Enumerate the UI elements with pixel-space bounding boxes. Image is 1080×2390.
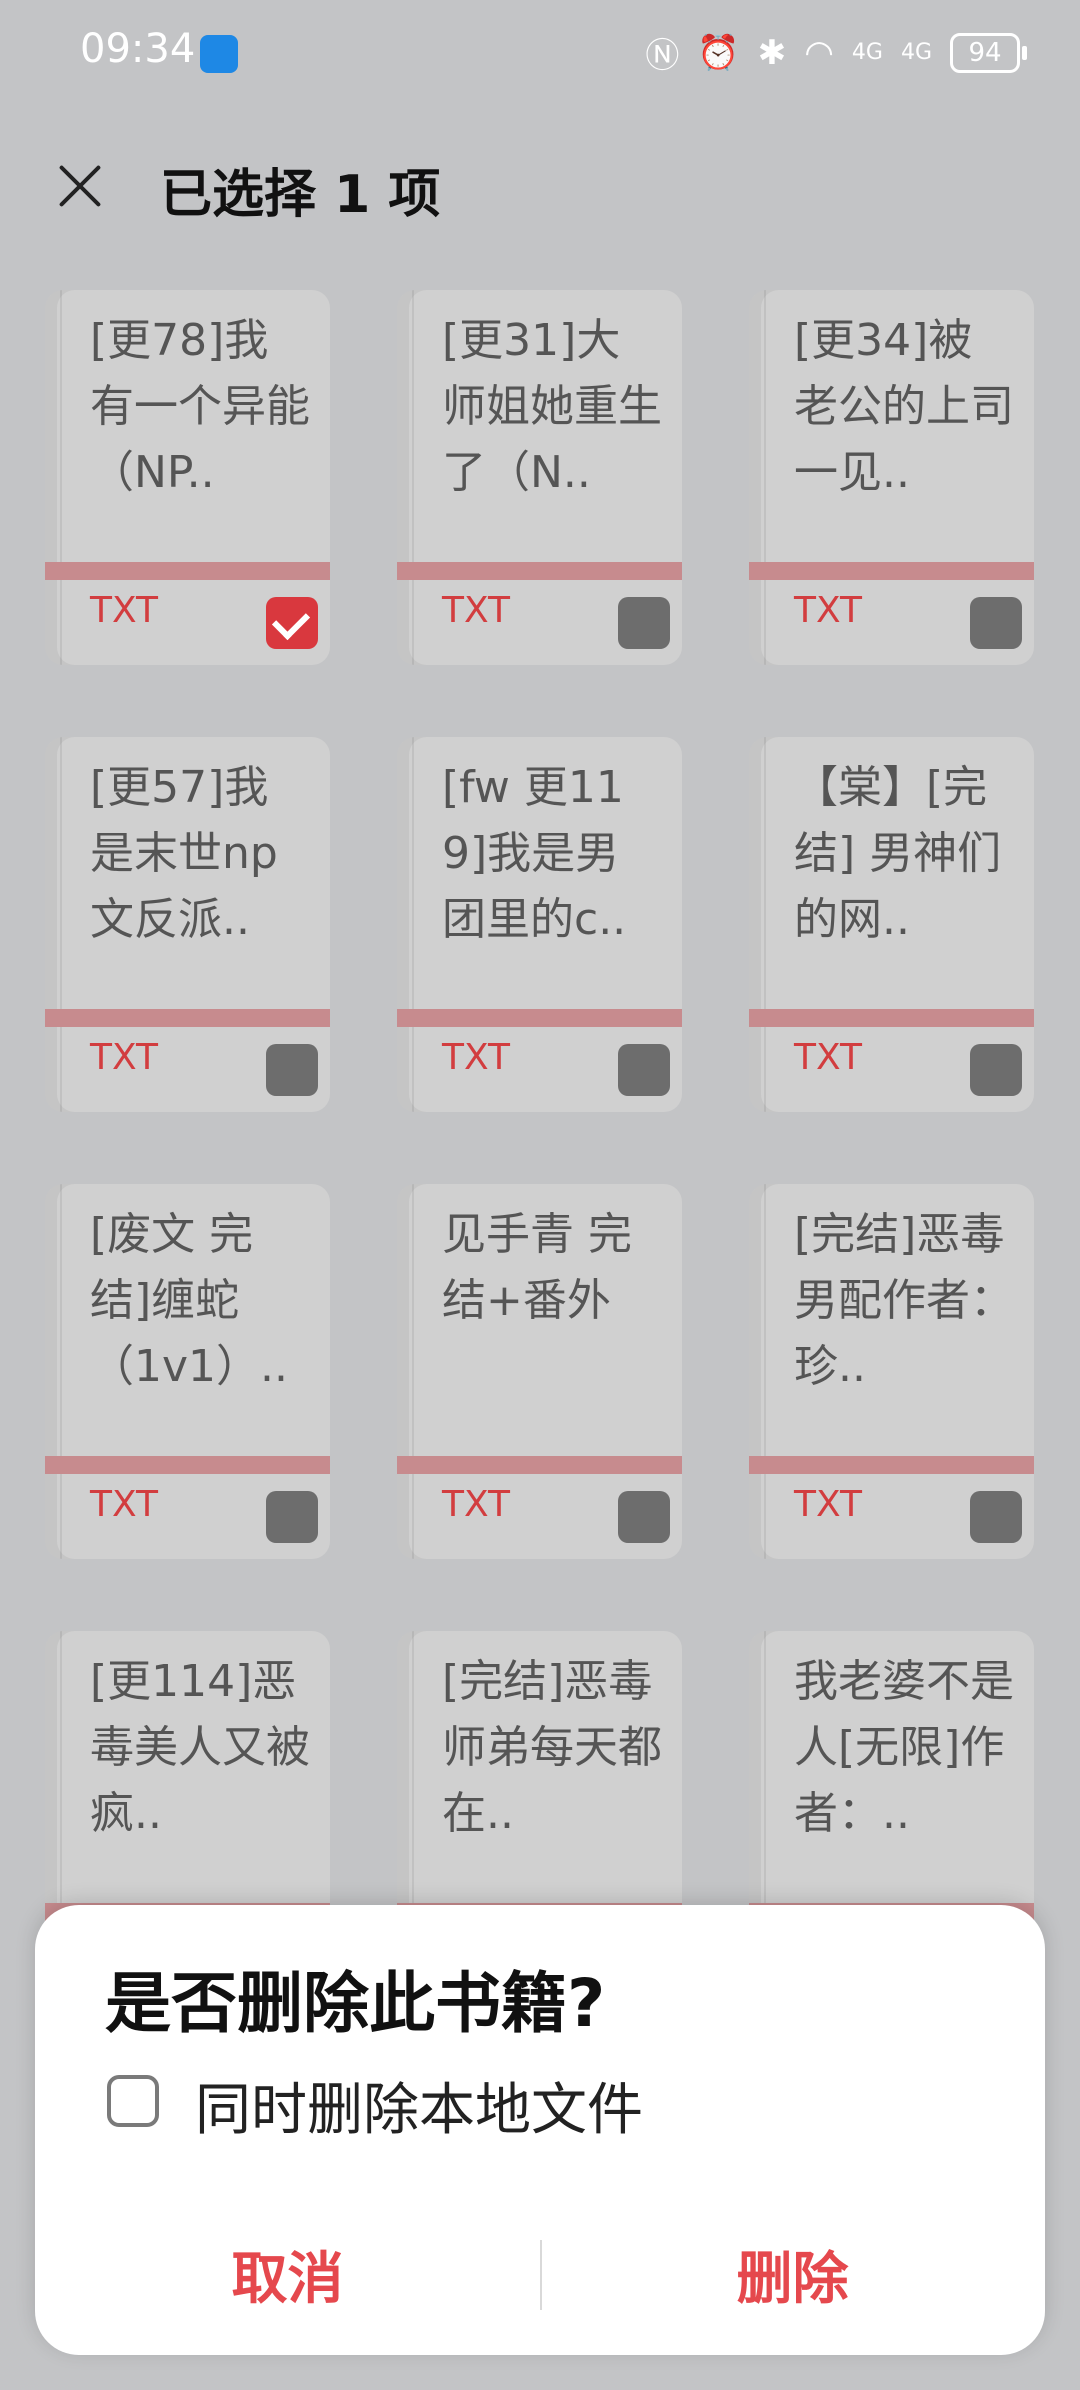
book-checkbox[interactable] xyxy=(266,1044,318,1096)
delete-local-file-checkbox[interactable] xyxy=(107,2075,159,2127)
book-spine xyxy=(412,737,414,1112)
signal-icon-1: 4G xyxy=(851,40,883,65)
wifi-icon: ◠ xyxy=(804,32,834,73)
book-format-label: TXT xyxy=(794,590,863,631)
book-checkbox[interactable] xyxy=(618,597,670,649)
book-format-label: TXT xyxy=(794,1037,863,1078)
book-band xyxy=(45,1456,330,1474)
book-checkbox[interactable] xyxy=(970,1491,1022,1543)
cancel-button[interactable]: 取消 xyxy=(35,2240,540,2320)
bluetooth-icon: ✱ xyxy=(757,32,787,73)
book-spine xyxy=(60,1184,62,1559)
book-card[interactable]: 见手青 完结+番外 TXT xyxy=(397,1184,682,1559)
book-band xyxy=(749,1456,1034,1474)
book-card[interactable]: [更31]大师姐她重生了（N.. TXT xyxy=(397,290,682,665)
book-title: 见手青 完结+番外 xyxy=(442,1209,632,1326)
book-format-label: TXT xyxy=(90,1484,159,1525)
book-band xyxy=(749,1009,1034,1027)
book-title: [更31]大师姐她重生了（N.. xyxy=(442,315,662,498)
book-title: [更57]我是末世np文反派.. xyxy=(90,762,278,945)
status-icons: Ⓝ ⏰ ✱ ◠ 4G 4G 94 xyxy=(645,28,1027,77)
book-spine xyxy=(764,737,766,1112)
book-spine xyxy=(60,290,62,665)
book-title: 【棠】[完结] 男神们的网.. xyxy=(794,762,1002,945)
book-checkbox-checked[interactable] xyxy=(266,597,318,649)
book-spine xyxy=(60,737,62,1112)
book-card[interactable]: [完结]恶毒男配作者：珍.. TXT xyxy=(749,1184,1034,1559)
nfc-icon: Ⓝ xyxy=(645,36,680,76)
book-card[interactable]: 【棠】[完结] 男神们的网.. TXT xyxy=(749,737,1034,1112)
book-checkbox[interactable] xyxy=(970,1044,1022,1096)
book-card[interactable]: [废文 完结]缠蛇（1v1）.. TXT xyxy=(45,1184,330,1559)
book-band xyxy=(45,1009,330,1027)
book-checkbox[interactable] xyxy=(618,1044,670,1096)
app-notification-icon xyxy=(200,35,238,73)
book-spine xyxy=(764,1184,766,1559)
delete-button[interactable]: 删除 xyxy=(540,2240,1045,2320)
book-format-label: TXT xyxy=(442,1484,511,1525)
close-icon[interactable] xyxy=(50,156,110,216)
book-card[interactable]: [更57]我是末世np文反派.. TXT xyxy=(45,737,330,1112)
book-title: [完结]恶毒师弟每天都在.. xyxy=(442,1656,662,1839)
book-card[interactable]: [fw 更119]我是男团里的c.. TXT xyxy=(397,737,682,1112)
book-band xyxy=(45,562,330,580)
selection-header: 已选择 1 项 xyxy=(0,130,1080,240)
book-card[interactable]: [更78]我有一个异能（NP.. TXT xyxy=(45,290,330,665)
book-title: 我老婆不是人[无限]作者：.. xyxy=(794,1656,1014,1839)
book-checkbox[interactable] xyxy=(618,1491,670,1543)
status-time: 09:34 xyxy=(80,26,196,72)
battery-icon: 94 xyxy=(950,32,1027,73)
book-format-label: TXT xyxy=(442,1037,511,1078)
book-title: [fw 更119]我是男团里的c.. xyxy=(442,762,627,945)
book-format-label: TXT xyxy=(90,1037,159,1078)
signal-icon-2: 4G xyxy=(900,40,932,65)
status-bar: 09:34 Ⓝ ⏰ ✱ ◠ 4G 4G 94 xyxy=(0,0,1080,110)
book-format-label: TXT xyxy=(442,590,511,631)
book-title: [废文 完结]缠蛇（1v1）.. xyxy=(90,1209,288,1392)
alarm-icon: ⏰ xyxy=(697,32,740,73)
book-format-label: TXT xyxy=(794,1484,863,1525)
book-checkbox[interactable] xyxy=(970,597,1022,649)
book-spine xyxy=(764,290,766,665)
book-title: [更114]恶毒美人又被疯.. xyxy=(90,1656,310,1839)
delete-local-file-label[interactable]: 同时删除本地文件 xyxy=(195,2065,643,2146)
book-band xyxy=(397,1456,682,1474)
book-title: [更34]被老公的上司一见.. xyxy=(794,315,1014,498)
page-title: 已选择 1 项 xyxy=(160,165,441,225)
book-title: [完结]恶毒男配作者：珍.. xyxy=(794,1209,1014,1392)
book-checkbox[interactable] xyxy=(266,1491,318,1543)
book-band xyxy=(397,562,682,580)
book-band xyxy=(397,1009,682,1027)
delete-dialog: 是否删除此书籍? 同时删除本地文件 取消 删除 xyxy=(35,1905,1045,2355)
book-format-label: TXT xyxy=(90,590,159,631)
book-spine xyxy=(412,290,414,665)
book-spine xyxy=(412,1184,414,1559)
book-title: [更78]我有一个异能（NP.. xyxy=(90,315,310,498)
book-band xyxy=(749,562,1034,580)
dialog-title: 是否删除此书籍? xyxy=(105,1965,606,2042)
book-card[interactable]: [更34]被老公的上司一见.. TXT xyxy=(749,290,1034,665)
